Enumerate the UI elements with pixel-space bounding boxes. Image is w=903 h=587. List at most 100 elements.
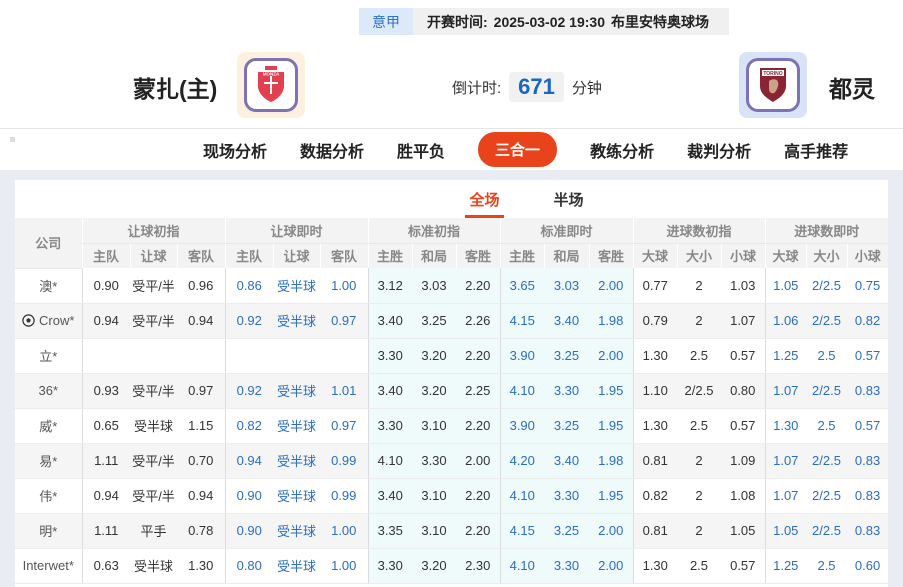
odds-cell: 3.10	[412, 408, 456, 444]
odds-cell: 0.97	[320, 408, 368, 444]
odds-cell: 0.78	[177, 513, 225, 549]
odds-cell: 2.5	[677, 408, 721, 444]
odds-cell: 1.15	[177, 408, 225, 444]
away-team-name: 都灵	[829, 76, 875, 102]
odds-card: 全场 半场 公司 让球初指 让球即时 标准初指 标准即时 进球数初指 进球数即时 主队 让球 客队主…	[15, 180, 889, 587]
odds-cell: 受半球	[273, 268, 320, 304]
odds-cell: 受半球	[273, 373, 320, 409]
odds-cell: 3.25	[412, 303, 456, 339]
odds-cell: 0.83	[847, 373, 889, 409]
odds-cell: 3.03	[412, 268, 456, 304]
company-column-header: 公司	[15, 218, 82, 269]
sub-header: 和局	[411, 243, 456, 268]
odds-cell: 3.12	[367, 268, 412, 304]
odds-row: 立* 3.30 3.20 2.20 3.90 3.25 2.00 1.30 2.5 0.57 1.2…	[15, 338, 889, 374]
odds-cell: 受半球	[273, 408, 320, 444]
odds-cell: 3.10	[412, 478, 456, 514]
odds-cell: 2	[677, 478, 721, 514]
period-tab-2[interactable]: 半场	[550, 183, 588, 218]
odds-cell: 3.20	[412, 548, 456, 584]
odds-cell: 4.20	[499, 443, 544, 479]
odds-cell: 4.10	[499, 373, 544, 409]
odds-cell: 0.90	[81, 268, 130, 304]
odds-cell: 0.83	[847, 443, 889, 479]
nav-tab-5[interactable]: 教练分析	[590, 138, 654, 162]
odds-cell	[81, 338, 130, 374]
odds-cell: 2/2.5	[806, 268, 848, 304]
league-badge[interactable]: 意甲	[359, 8, 413, 35]
odds-cell: 2	[677, 513, 721, 549]
match-info-strip: 意甲 开赛时间: 2025-03-02 19:30 布里安特奥球场	[359, 8, 729, 35]
nav-tab-1[interactable]: 现场分析	[203, 138, 267, 162]
odds-cell: 4.10	[367, 443, 412, 479]
odds-cell: 受半球	[273, 513, 320, 549]
odds-cell: 1.06	[764, 303, 807, 339]
odds-cell	[320, 338, 368, 374]
odds-cell: 3.90	[499, 408, 544, 444]
odds-cell: 2.5	[806, 408, 848, 444]
away-team-logo: TORINO	[739, 52, 807, 118]
countdown: 倒计时: 671 分钟	[452, 72, 602, 102]
odds-cell: 0.79	[632, 303, 677, 339]
odds-row: Crow* 0.94 受平/半 0.94 0.92 受半球 0.97 3.40 3.25 2.26…	[15, 303, 889, 339]
company-cell: 伟*	[15, 478, 82, 514]
odds-cell: 1.08	[721, 478, 766, 514]
odds-cell: 3.25	[544, 408, 589, 444]
odds-cell: 0.65	[81, 408, 130, 444]
sub-header: 大球	[632, 243, 677, 268]
odds-cell: 3.40	[367, 373, 412, 409]
group-header-6: 进球数即时	[764, 218, 889, 244]
nav-tab-3[interactable]: 胜平负	[397, 138, 445, 162]
odds-cell: 3.65	[499, 268, 544, 304]
odds-cell: 2.5	[677, 548, 721, 584]
odds-cell: 1.30	[177, 548, 225, 584]
odds-cell: 1.05	[764, 268, 807, 304]
group-header-4: 标准即时	[499, 218, 633, 244]
odds-cell: 2.5	[806, 338, 848, 374]
odds-row: 36* 0.93 受平/半 0.97 0.92 受半球 1.01 3.40 3.20 2.25 4.…	[15, 373, 889, 409]
odds-cell: 2.20	[456, 268, 500, 304]
odds-cell: 1.09	[721, 443, 766, 479]
odds-cell: 1.07	[721, 303, 766, 339]
countdown-value: 671	[509, 72, 564, 102]
svg-text:TORINO: TORINO	[763, 71, 782, 77]
odds-cell: 0.81	[632, 513, 677, 549]
period-tab-1[interactable]: 全场	[465, 183, 504, 218]
odds-cell: 2	[677, 303, 721, 339]
odds-cell: 0.60	[847, 548, 889, 584]
odds-cell: 0.90	[224, 478, 273, 514]
odds-row: 威* 0.65 受半球 1.15 0.82 受半球 0.97 3.30 3.10 2.20 3.90…	[15, 408, 889, 444]
odds-cell: 0.90	[224, 513, 273, 549]
odds-cell: 3.30	[367, 338, 412, 374]
group-header-5: 进球数初指	[632, 218, 766, 244]
main-nav: 现场分析 数据分析 胜平负 三合一 教练分析 裁判分析 高手推荐	[0, 128, 903, 170]
odds-cell: 2/2.5	[677, 373, 721, 409]
odds-cell: 3.25	[544, 338, 589, 374]
period-tabs: 全场 半场	[90, 180, 903, 218]
sub-header: 主胜	[367, 243, 412, 268]
nav-tab-6[interactable]: 裁判分析	[687, 138, 751, 162]
odds-cell: 3.10	[412, 513, 456, 549]
nav-tab-7[interactable]: 高手推荐	[784, 138, 848, 162]
odds-cell: 2.5	[677, 338, 721, 374]
odds-cell: 2.20	[456, 408, 500, 444]
sub-header: 大球	[764, 243, 807, 268]
nav-tab-2[interactable]: 数据分析	[300, 138, 364, 162]
odds-cell: 0.93	[81, 373, 130, 409]
sub-header: 主胜	[499, 243, 544, 268]
odds-cell: 2.00	[589, 513, 633, 549]
company-cell: Crow*	[15, 303, 82, 339]
odds-cell: 1.25	[764, 338, 807, 374]
nav-tab-4[interactable]: 三合一	[478, 132, 558, 167]
odds-table: 公司 让球初指 让球即时 标准初指 标准即时 进球数初指 进球数即时 主队 让球 客队 主队 让球 客队…	[15, 218, 889, 584]
odds-cell: 3.90	[499, 338, 544, 374]
sub-header: 客队	[176, 243, 225, 268]
sub-header: 客胜	[455, 243, 500, 268]
odds-cell: 3.20	[412, 338, 456, 374]
odds-cell: 3.30	[367, 408, 412, 444]
odds-cell: 3.40	[367, 478, 412, 514]
odds-cell: 0.86	[224, 268, 273, 304]
odds-cell: 2/2.5	[806, 303, 848, 339]
odds-cell: 1.95	[589, 373, 633, 409]
odds-cell: 受半球	[273, 478, 320, 514]
